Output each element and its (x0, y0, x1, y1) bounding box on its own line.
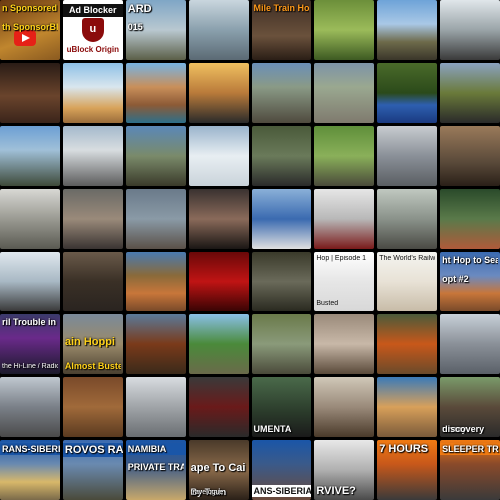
video-thumbnail[interactable] (440, 188, 500, 249)
ublock-shield-icon: u (81, 18, 104, 42)
thumbnail-caption: ape To Cai (190, 462, 246, 475)
video-thumbnail[interactable] (125, 125, 186, 186)
thumbnail-caption: n Sponsored (2, 3, 58, 13)
thumbnail-caption: The World's Railway (379, 254, 436, 262)
video-thumbnail[interactable]: ain Hoppi Almost Busted (62, 314, 123, 375)
thumbnail-caption: ROVOS RAIL (62, 443, 123, 458)
video-thumbnail[interactable] (125, 251, 186, 312)
video-thumbnail[interactable] (440, 125, 500, 186)
thumbnail-caption: RVIVE? (316, 485, 356, 497)
video-thumbnail[interactable] (251, 314, 312, 375)
video-thumbnail[interactable]: Hop | Episode 1 Busted (314, 251, 375, 312)
video-thumbnail[interactable] (188, 62, 249, 123)
video-thumbnail[interactable] (125, 62, 186, 123)
video-thumbnail[interactable] (251, 62, 312, 123)
video-thumbnail[interactable] (314, 188, 375, 249)
ublock-origin-label: uBlock Origin (66, 44, 120, 54)
ad-blocker-label: Ad Blocker (62, 4, 123, 17)
youtube-icon (14, 30, 36, 46)
video-thumbnail[interactable] (251, 251, 312, 312)
thumbnail-caption: UMENTA (253, 424, 292, 435)
video-thumbnail[interactable] (125, 314, 186, 375)
video-thumbnail[interactable] (440, 314, 500, 375)
video-thumbnail-grid: n Sponsored th SponsorBl Ad Blocker u uBlock… (0, 0, 500, 500)
video-thumbnail[interactable] (377, 188, 438, 249)
video-thumbnail[interactable] (440, 0, 500, 60)
thumbnail-caption: NAMIBIA (125, 443, 186, 456)
video-thumbnail[interactable]: UMENTA (251, 377, 312, 438)
video-thumbnail[interactable]: ht Hop to Seattle opt #2 (440, 251, 500, 312)
thumbnail-caption: SLEEPER TR (440, 443, 500, 456)
video-thumbnail[interactable] (62, 251, 123, 312)
thumbnail-caption: ain Hoppi (64, 336, 115, 349)
video-thumbnail[interactable]: The World's Railway (377, 251, 438, 312)
thumbnail-caption: th SponsorBl (2, 22, 58, 32)
video-thumbnail[interactable] (62, 125, 123, 186)
thumbnail-caption: ril Trouble in St. Paul (2, 317, 58, 328)
thumbnail-caption: discovery (442, 424, 485, 435)
video-thumbnail[interactable]: Ad Blocker u uBlock Origin (62, 0, 123, 60)
video-thumbnail[interactable]: 7 HOURS (377, 440, 438, 500)
video-thumbnail[interactable] (377, 377, 438, 438)
thumbnail-caption: 015 (127, 22, 143, 32)
thumbnail-caption: Hop | Episode 1 (316, 254, 367, 262)
thumbnail-caption: ANS-SIBERIAN (251, 485, 312, 497)
video-thumbnail[interactable] (62, 377, 123, 438)
video-thumbnail[interactable]: ril Trouble in St. Paul the Hi-Line / Rad… (0, 314, 60, 375)
video-thumbnail[interactable] (377, 62, 438, 123)
thumbnail-caption: Almost Busted (64, 361, 121, 372)
video-thumbnail[interactable]: RVIVE? (314, 440, 375, 500)
video-thumbnail[interactable] (188, 188, 249, 249)
thumbnail-caption: ARD (127, 3, 152, 15)
video-thumbnail[interactable] (125, 188, 186, 249)
video-thumbnail[interactable]: SLEEPER TR (440, 440, 500, 500)
video-thumbnail[interactable] (188, 314, 249, 375)
video-thumbnail[interactable] (0, 125, 60, 186)
thumbnail-caption: the Hi-Line / Radio Give Away (2, 363, 58, 371)
video-thumbnail[interactable]: Mile Train Hop (251, 0, 312, 60)
video-thumbnail[interactable] (0, 188, 60, 249)
video-thumbnail[interactable]: urney discovery (440, 377, 500, 438)
video-thumbnail[interactable] (251, 125, 312, 186)
video-thumbnail[interactable] (188, 377, 249, 438)
video-thumbnail[interactable] (125, 377, 186, 438)
video-thumbnail[interactable]: ape To Cai By Train travelogue (188, 440, 249, 500)
video-thumbnail[interactable] (314, 62, 375, 123)
video-thumbnail[interactable]: ARD 015 (125, 0, 186, 60)
thumbnail-caption: Mile Train Hop (253, 3, 310, 13)
video-thumbnail[interactable]: RANS-SIBERIA (0, 440, 60, 500)
thumbnail-caption: ht Hop to Seattle (442, 254, 498, 265)
video-thumbnail[interactable] (0, 377, 60, 438)
video-thumbnail[interactable]: ROVOS RAIL (62, 440, 123, 500)
video-thumbnail[interactable] (188, 125, 249, 186)
video-thumbnail[interactable]: ANS-SIBERIAN (251, 440, 312, 500)
video-thumbnail[interactable] (377, 0, 438, 60)
video-thumbnail[interactable]: n Sponsored th SponsorBl (0, 0, 60, 60)
video-thumbnail[interactable] (314, 377, 375, 438)
video-thumbnail[interactable] (314, 0, 375, 60)
thumbnail-caption: travelogue (190, 489, 224, 496)
thumbnail-caption: PRIVATE TRA (127, 462, 184, 473)
video-thumbnail[interactable] (0, 62, 60, 123)
video-thumbnail[interactable] (188, 251, 249, 312)
thumbnail-caption: RANS-SIBERIA (0, 443, 60, 456)
thumbnail-caption: Busted (316, 300, 339, 308)
video-thumbnail[interactable] (377, 314, 438, 375)
thumbnail-caption: 7 HOURS (379, 443, 429, 456)
thumbnail-caption: opt #2 (442, 273, 469, 284)
video-thumbnail[interactable] (377, 125, 438, 186)
video-thumbnail[interactable] (188, 0, 249, 60)
video-thumbnail[interactable] (62, 188, 123, 249)
video-thumbnail[interactable] (251, 188, 312, 249)
video-thumbnail[interactable] (314, 125, 375, 186)
video-thumbnail[interactable] (0, 251, 60, 312)
video-thumbnail[interactable] (440, 62, 500, 123)
video-thumbnail[interactable]: NAMIBIA PRIVATE TRA (125, 440, 186, 500)
video-thumbnail[interactable] (62, 62, 123, 123)
video-thumbnail[interactable] (314, 314, 375, 375)
